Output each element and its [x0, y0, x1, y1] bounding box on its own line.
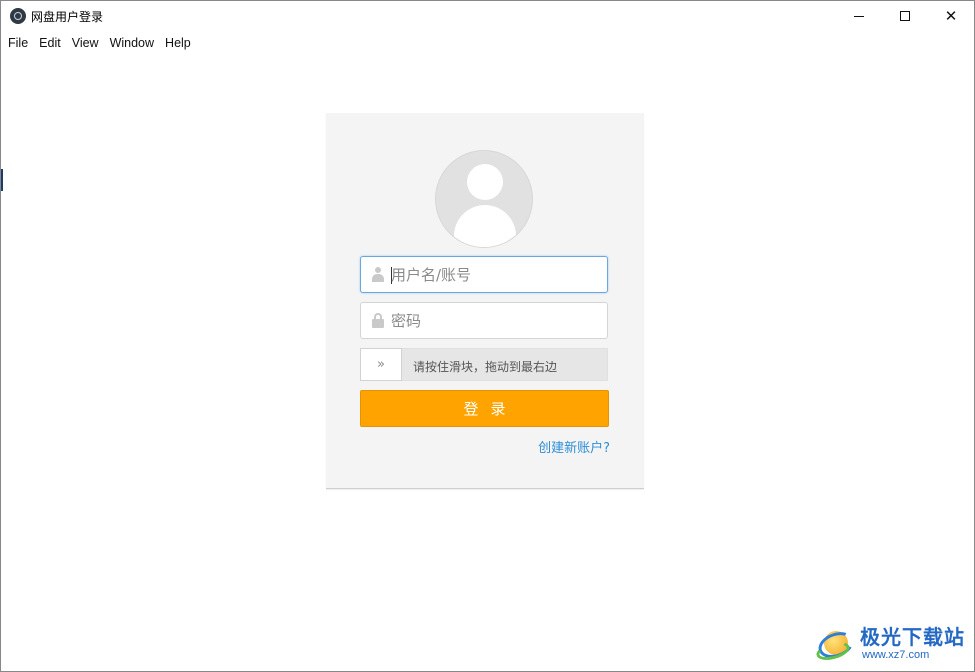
- watermark-name: 极光下载站: [860, 625, 965, 649]
- username-field[interactable]: [360, 256, 608, 293]
- close-icon: ✕: [944, 7, 958, 25]
- title-bar[interactable]: 网盘用户登录 ✕: [1, 1, 974, 31]
- password-input[interactable]: [391, 304, 601, 337]
- username-input[interactable]: [391, 258, 601, 291]
- window-title: 网盘用户登录: [31, 10, 104, 24]
- slider-handle[interactable]: »: [360, 348, 402, 381]
- minimize-icon: [854, 15, 864, 17]
- user-icon: [372, 267, 384, 283]
- password-field[interactable]: [360, 302, 608, 339]
- double-chevron-right-icon: »: [377, 357, 385, 372]
- maximize-button[interactable]: [882, 1, 928, 31]
- close-button[interactable]: ✕: [928, 1, 974, 31]
- avatar: [435, 150, 533, 248]
- menu-file[interactable]: File: [8, 32, 28, 54]
- login-button[interactable]: 登录: [360, 390, 609, 427]
- app-logo-icon: [10, 8, 26, 24]
- edge-marker: [1, 169, 3, 191]
- watermark-url: www.xz7.com: [862, 649, 930, 661]
- minimize-button[interactable]: [836, 1, 882, 31]
- maximize-icon: [900, 11, 910, 21]
- menu-window[interactable]: Window: [110, 32, 154, 54]
- lock-icon: [372, 313, 384, 329]
- avatar-body: [454, 205, 516, 247]
- login-panel: » 请按住滑块，拖动到最右边 登录 创建新账户?: [326, 113, 644, 489]
- menu-help[interactable]: Help: [165, 32, 191, 54]
- menu-view[interactable]: View: [72, 32, 99, 54]
- slider-captcha: » 请按住滑块，拖动到最右边: [360, 348, 608, 381]
- watermark-logo-icon: [814, 625, 858, 664]
- avatar-head: [467, 164, 503, 200]
- menu-bar: File Edit View Window Help: [1, 32, 974, 54]
- create-account-link[interactable]: 创建新账户?: [538, 437, 610, 456]
- app-window: 网盘用户登录 ✕ File Edit View Window Help 用户名/…: [0, 0, 975, 672]
- watermark: 极光下载站 www.xz7.com: [814, 621, 968, 667]
- slider-hint: 请按住滑块，拖动到最右边: [413, 360, 558, 374]
- menu-edit[interactable]: Edit: [39, 32, 61, 54]
